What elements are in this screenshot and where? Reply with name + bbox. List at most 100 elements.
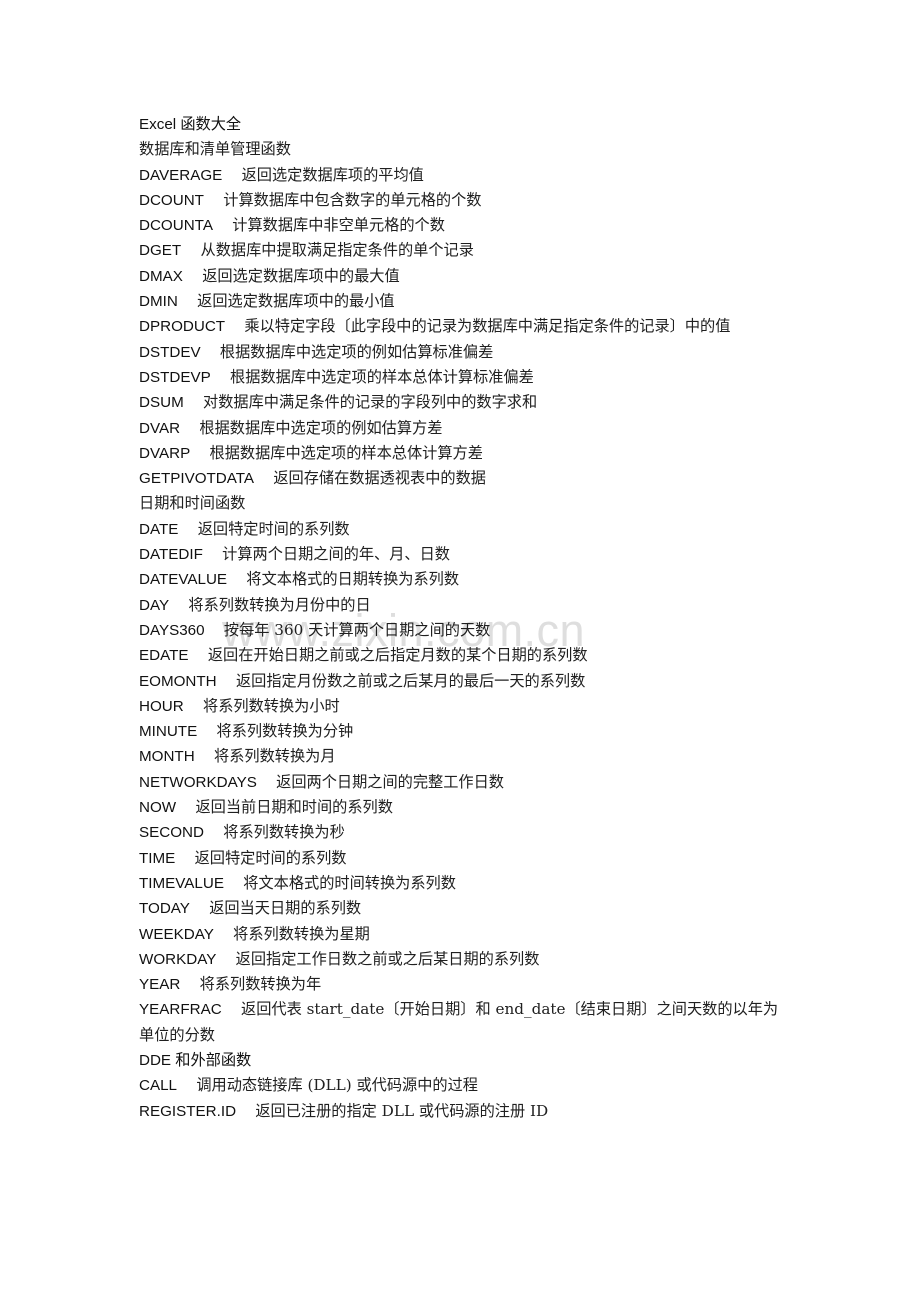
function-entry: TIMEVALUE 将文本格式的时间转换为系列数 bbox=[139, 871, 785, 896]
section-heading: 日期和时间函数 bbox=[139, 491, 785, 516]
function-name: DCOUNT bbox=[139, 191, 204, 209]
function-entry: DATE 返回特定时间的系列数 bbox=[139, 517, 785, 542]
section-heading: DDE 和外部函数 bbox=[139, 1048, 785, 1073]
function-description: 返回特定时间的系列数 bbox=[194, 848, 347, 867]
function-name: DGET bbox=[139, 242, 182, 260]
function-entry: DGET 从数据库中提取满足指定条件的单个记录 bbox=[139, 238, 785, 263]
function-name: TIME bbox=[139, 849, 176, 867]
function-name: WORKDAY bbox=[139, 950, 217, 968]
function-name: EOMONTH bbox=[139, 672, 217, 690]
function-description: 将系列数转换为星期 bbox=[233, 924, 370, 943]
function-description: 将系列数转换为秒 bbox=[223, 823, 345, 842]
entry-separator bbox=[222, 1000, 241, 1018]
function-name: DAVERAGE bbox=[139, 166, 223, 184]
function-description: 返回在开始日期之前或之后指定月数的某个日期的系列数 bbox=[207, 646, 588, 665]
function-description: 将系列数转换为分钟 bbox=[216, 722, 354, 741]
section-label: DDE 和外部函数 bbox=[139, 1051, 252, 1069]
function-name: TIMEVALUE bbox=[139, 874, 224, 892]
function-entry: DSUM 对数据库中满足条件的记录的字段列中的数字求和 bbox=[139, 390, 785, 415]
entry-separator bbox=[190, 899, 209, 917]
function-entry: DATEVALUE 将文本格式的日期转换为系列数 bbox=[139, 567, 785, 592]
function-entry: REGISTER.ID 返回已注册的指定 DLL 或代码源的注册 ID bbox=[139, 1099, 785, 1124]
entry-separator bbox=[190, 444, 209, 462]
function-entry: EOMONTH 返回指定月份数之前或之后某月的最后一天的系列数 bbox=[139, 669, 785, 694]
function-description: 调用动态链接库 (DLL) 或代码源中的过程 bbox=[196, 1076, 478, 1095]
function-description: 返回两个日期之间的完整工作日数 bbox=[276, 772, 504, 791]
function-description: 将系列数转换为月份中的日 bbox=[188, 595, 371, 614]
entry-separator bbox=[225, 317, 244, 335]
entry-separator bbox=[178, 292, 197, 310]
function-entry: DSTDEV 根据数据库中选定项的例如估算标准偏差 bbox=[139, 340, 785, 365]
entry-separator bbox=[183, 267, 202, 285]
entry-separator bbox=[204, 823, 223, 841]
entry-separator bbox=[227, 570, 246, 588]
function-entry: DCOUNTA 计算数据库中非空单元格的个数 bbox=[139, 213, 785, 238]
function-name: SECOND bbox=[139, 824, 204, 842]
function-name: MINUTE bbox=[139, 723, 198, 741]
entry-separator bbox=[181, 241, 200, 259]
function-name: DSTDEVP bbox=[139, 368, 211, 386]
section-label: 数据库和清单管理函数 bbox=[139, 140, 291, 159]
title-label: Excel 函数大全 bbox=[139, 116, 242, 133]
entry-separator bbox=[197, 722, 216, 740]
function-name: HOUR bbox=[139, 697, 184, 715]
function-name: WEEKDAY bbox=[139, 925, 214, 943]
function-entry: DMIN 返回选定数据库项中的最小值 bbox=[139, 289, 785, 314]
function-entry: DAYS360 按每年 360 天计算两个日期之间的天数 bbox=[139, 618, 785, 643]
section-heading: 数据库和清单管理函数 bbox=[139, 137, 785, 162]
function-entry: CALL 调用动态链接库 (DLL) 或代码源中的过程 bbox=[139, 1073, 785, 1098]
function-description: 返回选定数据库项的平均值 bbox=[241, 165, 424, 184]
entry-separator bbox=[214, 925, 233, 943]
function-description: 返回指定月份数之前或之后某月的最后一天的系列数 bbox=[235, 671, 586, 690]
function-description: 将系列数转换为年 bbox=[199, 975, 322, 994]
function-entry: DSTDEVP 根据数据库中选定项的样本总体计算标准偏差 bbox=[139, 365, 785, 390]
function-entry: YEARFRAC 返回代表 start_date〔开始日期〕和 end_date… bbox=[139, 997, 785, 1048]
function-entry: DATEDIF 计算两个日期之间的年、月、日数 bbox=[139, 542, 785, 567]
function-description: 按每年 360 天计算两个日期之间的天数 bbox=[223, 620, 491, 639]
entry-separator bbox=[169, 596, 188, 614]
function-description: 乘以特定字段〔此字段中的记录为数据库中满足指定条件的记录〕中的值 bbox=[244, 317, 731, 336]
function-description: 从数据库中提取满足指定条件的单个记录 bbox=[200, 241, 474, 260]
entry-separator bbox=[180, 975, 199, 993]
section-label: 日期和时间函数 bbox=[139, 494, 246, 513]
function-description: 返回特定时间的系列数 bbox=[197, 519, 350, 538]
function-description: 返回选定数据库项中的最大值 bbox=[202, 266, 400, 285]
function-name: DSUM bbox=[139, 394, 184, 412]
function-description: 对数据库中满足条件的记录的字段列中的数字求和 bbox=[203, 393, 538, 412]
entry-separator bbox=[175, 849, 194, 867]
entry-separator bbox=[203, 545, 222, 563]
function-name: DATEVALUE bbox=[139, 571, 228, 589]
function-description: 将系列数转换为月 bbox=[214, 747, 336, 766]
entry-separator bbox=[177, 1076, 196, 1094]
entry-separator bbox=[236, 1102, 255, 1120]
function-description: 计算两个日期之间的年、月、日数 bbox=[222, 545, 450, 564]
function-name: DATE bbox=[139, 520, 179, 538]
function-name: DMIN bbox=[139, 293, 178, 311]
entry-separator bbox=[222, 166, 241, 184]
function-name: TODAY bbox=[139, 900, 190, 918]
function-description: 返回已注册的指定 DLL 或代码源的注册 ID bbox=[255, 1101, 549, 1120]
function-entry: DVAR 根据数据库中选定项的例如估算方差 bbox=[139, 416, 785, 441]
function-description: 将系列数转换为小时 bbox=[203, 696, 340, 715]
entry-separator bbox=[178, 520, 197, 538]
function-name: YEARFRAC bbox=[139, 1001, 222, 1019]
function-entry: MONTH 将系列数转换为月 bbox=[139, 744, 785, 769]
function-entry: HOUR 将系列数转换为小时 bbox=[139, 694, 785, 719]
function-description: 计算数据库中非空单元格的个数 bbox=[232, 216, 445, 235]
entry-separator bbox=[211, 368, 230, 386]
function-name: DMAX bbox=[139, 267, 183, 285]
function-name: DPRODUCT bbox=[139, 318, 226, 336]
function-entry: DVARP 根据数据库中选定项的样本总体计算方差 bbox=[139, 441, 785, 466]
function-entry: DCOUNT 计算数据库中包含数字的单元格的个数 bbox=[139, 188, 785, 213]
function-name: NETWORKDAYS bbox=[139, 773, 257, 791]
function-name: CALL bbox=[139, 1077, 177, 1095]
function-entry: NOW 返回当前日期和时间的系列数 bbox=[139, 795, 785, 820]
function-name: DVARP bbox=[139, 444, 191, 462]
function-description: 返回存储在数据透视表中的数据 bbox=[273, 469, 486, 488]
function-entry: WORKDAY 返回指定工作日数之前或之后某日期的系列数 bbox=[139, 947, 785, 972]
function-name: YEAR bbox=[139, 976, 181, 994]
function-description: 将文本格式的时间转换为系列数 bbox=[243, 873, 456, 892]
entry-separator bbox=[254, 469, 273, 487]
function-name: GETPIVOTDATA bbox=[139, 470, 255, 488]
function-entry: NETWORKDAYS 返回两个日期之间的完整工作日数 bbox=[139, 770, 785, 795]
